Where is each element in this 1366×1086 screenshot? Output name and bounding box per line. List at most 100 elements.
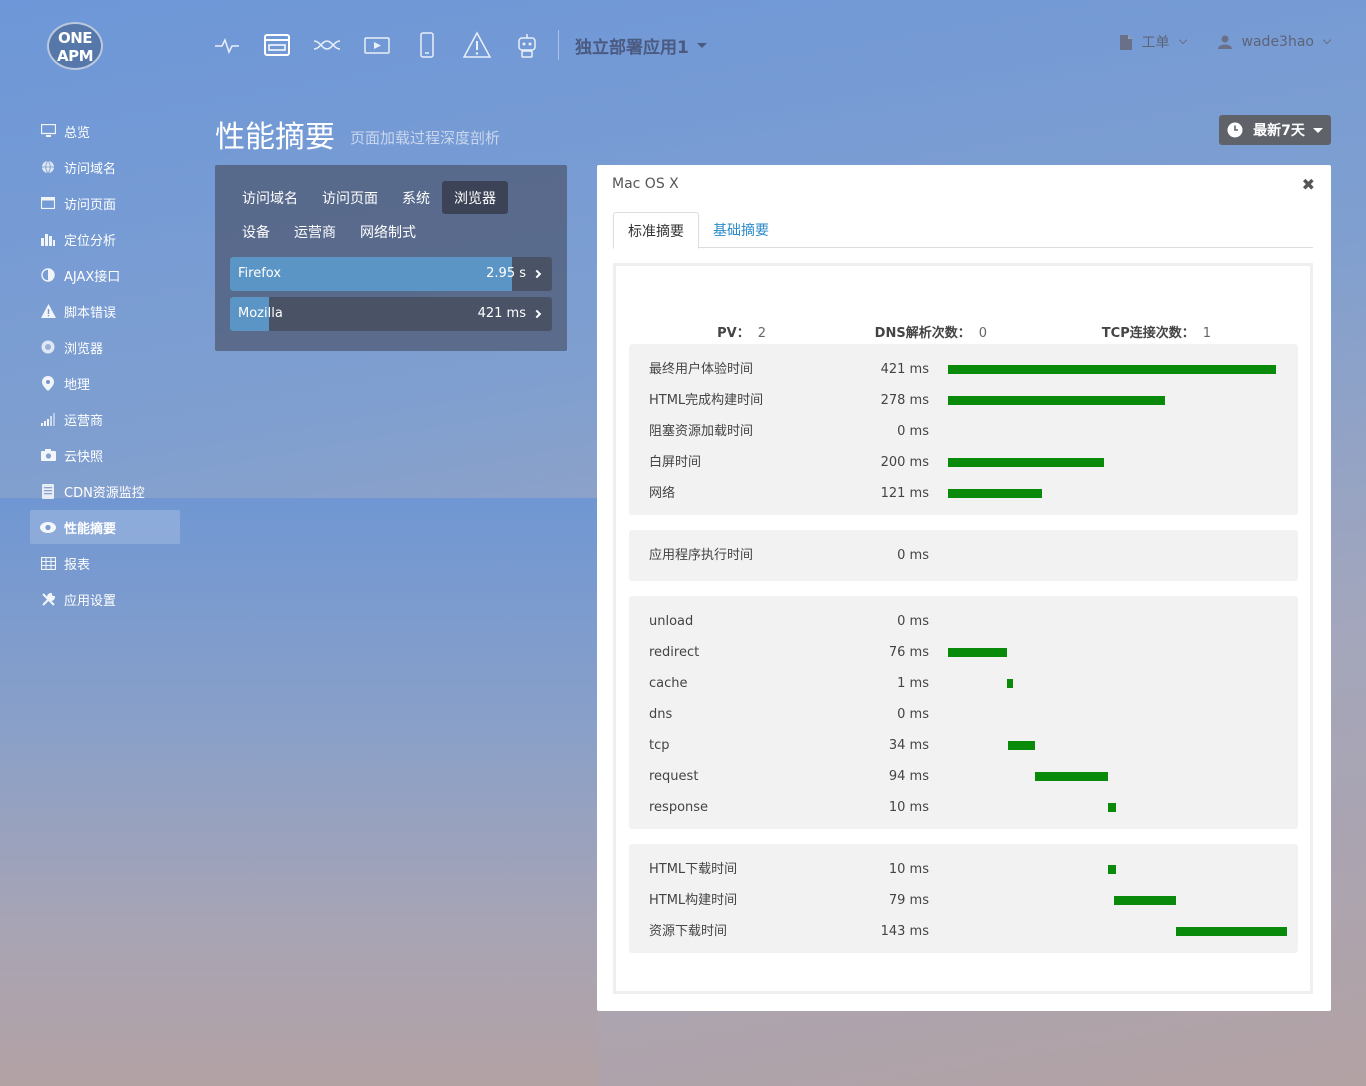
close-button[interactable]: ✖	[1302, 175, 1315, 194]
detail-tab-0[interactable]: 标准摘要	[613, 212, 699, 249]
robot-icon[interactable]	[508, 27, 546, 63]
metric-section-1: 应用程序执行时间 0 ms	[629, 530, 1298, 581]
sidebar-item-label: 访问页面	[64, 197, 117, 213]
logo-line1: ONE	[57, 29, 93, 47]
pulse-icon[interactable]	[208, 27, 246, 63]
metric-value: 143 ms	[880, 924, 929, 939]
metric-value: 0 ms	[897, 548, 929, 563]
metric-row: 网络 121 ms	[629, 478, 1298, 509]
metric-value: 0 ms	[897, 424, 929, 439]
metric-section-2: unload 0 ms redirect 76 ms cache 1 ms dns 0 ms t…	[629, 596, 1298, 829]
chevron-down-icon	[1322, 35, 1332, 45]
metric-row: redirect 76 ms	[629, 637, 1298, 668]
metric-value: 94 ms	[888, 769, 929, 784]
filter-row-mozilla[interactable]: Mozilla 421 ms	[230, 297, 552, 331]
chevron-down-icon	[1312, 127, 1323, 133]
filter-row-value: 421 ms	[477, 306, 526, 321]
sidebar-item-12[interactable]: 报表	[30, 546, 180, 580]
app-selector[interactable]: 独立部署应用1	[575, 33, 707, 58]
metric-value: 10 ms	[888, 800, 929, 815]
filter-tab-4[interactable]: 设备	[230, 215, 282, 248]
sidebar-item-label: 云快照	[64, 449, 104, 465]
sidebar-item-3[interactable]: 定位分析	[30, 222, 180, 256]
sidebar: 总览 访问域名访问页面定位分析 AJAX接口 脚本错误浏览器地理 运营商云快照 CDN资源…	[30, 114, 180, 618]
filter-tabs: 访问域名 访问页面 系统 浏览器 设备 运营商 网络制式	[230, 181, 552, 249]
metric-row: request 94 ms	[629, 761, 1298, 792]
metric-row: HTML下载时间 10 ms	[629, 854, 1298, 885]
sidebar-item-label: 浏览器	[64, 341, 104, 357]
warning-icon[interactable]	[458, 27, 496, 63]
filter-tab-6[interactable]: 网络制式	[348, 215, 428, 248]
user-menu[interactable]: wade3hao	[1217, 34, 1332, 50]
sidebar-item-10[interactable]: CDN资源监控	[30, 474, 180, 508]
logo-line2: APM	[56, 47, 94, 65]
page-title: 性能摘要	[215, 120, 335, 155]
metric-bar	[1008, 741, 1035, 750]
sidebar-item-2[interactable]: 访问页面	[30, 186, 180, 220]
sidebar-item-4[interactable]: AJAX接口	[30, 258, 180, 292]
filter-row-label: Mozilla	[238, 306, 283, 321]
stat-value: 0	[978, 326, 987, 341]
sidebar-item-0[interactable]: 总览	[30, 114, 180, 148]
sidebar-item-9[interactable]: 云快照	[30, 438, 180, 472]
sidebar-item-11[interactable]: 性能摘要	[30, 510, 180, 544]
metric-label: request	[649, 769, 699, 784]
sidebar-item-8[interactable]: 运营商	[30, 402, 180, 436]
metric-row: 阻塞资源加载时间 0 ms	[629, 416, 1298, 447]
metric-bar	[1034, 772, 1108, 781]
user-icon	[1217, 35, 1232, 49]
sidebar-item-label: CDN资源监控	[64, 485, 145, 501]
stat-item: TCP连接次数： 1	[1102, 322, 1211, 341]
camera-icon	[40, 447, 56, 463]
metric-section-0: 最终用户体验时间 421 ms HTML完成构建时间 278 ms 阻塞资源加载时间 0 …	[629, 344, 1298, 515]
sidebar-item-7[interactable]: 地理	[30, 366, 180, 400]
filter-tab-3[interactable]: 浏览器	[442, 181, 508, 214]
metric-value: 278 ms	[880, 393, 929, 408]
filter-row-label: Firefox	[238, 266, 282, 281]
chevron-down-icon	[696, 42, 707, 48]
user-name: wade3hao	[1241, 34, 1314, 50]
sidebar-item-label: 应用设置	[64, 593, 117, 609]
metric-value: 0 ms	[897, 707, 929, 722]
oneapm-logo[interactable]: ONE APM	[47, 22, 103, 70]
metric-row: 白屏时间 200 ms	[629, 447, 1298, 478]
browser-window-icon[interactable]	[258, 27, 296, 63]
sidebar-item-6[interactable]: 浏览器	[30, 330, 180, 364]
sidebar-item-5[interactable]: 脚本错误	[30, 294, 180, 328]
card-title: Mac OS X	[612, 176, 679, 192]
time-range-button[interactable]: 最新7天	[1219, 115, 1331, 145]
document-icon	[1119, 34, 1132, 50]
page-subtitle: 页面加载过程深度剖析	[350, 129, 501, 147]
metric-row: dns 0 ms	[629, 699, 1298, 730]
metric-value: 421 ms	[880, 362, 929, 377]
metric-bar	[1107, 803, 1116, 812]
metric-bar	[948, 458, 1104, 467]
metric-value: 10 ms	[888, 862, 929, 877]
metric-row: tcp 34 ms	[629, 730, 1298, 761]
sidebar-item-1[interactable]: 访问域名	[30, 150, 180, 184]
metric-label: unload	[649, 614, 694, 629]
metric-label: cache	[649, 676, 688, 691]
filter-row-firefox[interactable]: Firefox 2.95 s	[230, 257, 552, 291]
metric-bar	[948, 365, 1277, 374]
filter-tab-1[interactable]: 访问页面	[310, 181, 390, 214]
filter-tab-row: 访问域名 访问页面 系统 浏览器	[230, 181, 552, 215]
metric-value: 0 ms	[897, 614, 929, 629]
metric-label: tcp	[649, 738, 670, 753]
filter-tab-5[interactable]: 运营商	[282, 215, 348, 248]
filter-tab-0[interactable]: 访问域名	[230, 181, 310, 214]
map-pin-icon	[40, 375, 56, 391]
detail-tab-1[interactable]: 基础摘要	[699, 212, 783, 248]
metric-row: cache 1 ms	[629, 668, 1298, 699]
dna-icon[interactable]	[308, 27, 346, 63]
stat-label: TCP连接次数：	[1101, 326, 1195, 341]
mobile-icon[interactable]	[408, 27, 446, 63]
filter-tab-2[interactable]: 系统	[390, 181, 442, 214]
detail-card: Mac OS X ✖ 标准摘要 基础摘要 PV： 2 DNS解析次数： 0 TCP连接次数…	[597, 165, 1331, 1011]
sidebar-item-label: 报表	[64, 557, 91, 573]
sidebar-item-13[interactable]: 应用设置	[30, 582, 180, 616]
ticket-menu[interactable]: 工单	[1119, 32, 1187, 52]
metric-label: 最终用户体验时间	[649, 362, 754, 377]
video-icon[interactable]	[358, 27, 396, 63]
metric-bar	[948, 648, 1008, 657]
